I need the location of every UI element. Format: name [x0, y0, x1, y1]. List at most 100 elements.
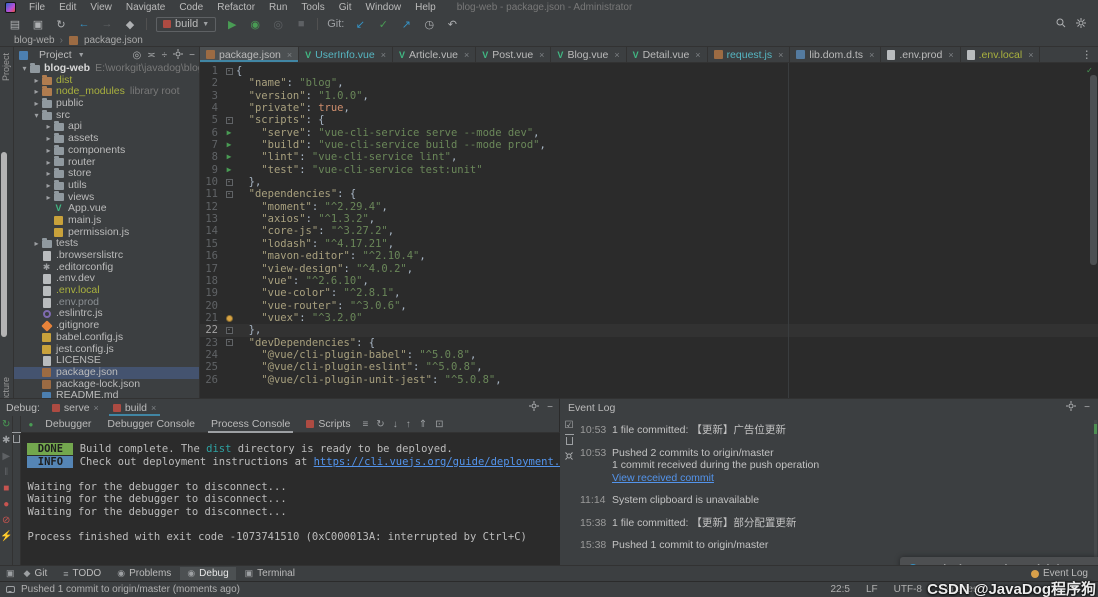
fold-gutter-icon[interactable]: -: [222, 337, 236, 349]
tool-window-button-problems[interactable]: ◉Problems: [110, 567, 178, 580]
debug-run-tab-build[interactable]: build×: [109, 399, 160, 416]
evaluate-icon[interactable]: ⚡: [0, 531, 12, 542]
expand-icon[interactable]: ≍: [147, 50, 155, 61]
code-line-7[interactable]: 7▶ "build": "vue-cli-service build --mod…: [200, 139, 1098, 151]
code-line-6[interactable]: 6▶ "serve": "vue-cli-service serve --mod…: [200, 127, 1098, 139]
sync-icon[interactable]: ↻: [54, 18, 68, 31]
code-line-1[interactable]: 1-{: [200, 65, 1098, 77]
console-action-icon[interactable]: ↓: [390, 419, 401, 430]
chevron-right-icon[interactable]: ▸: [32, 86, 41, 98]
forward-icon[interactable]: →: [100, 18, 114, 31]
tool-window-button-terminal[interactable]: ▣Terminal: [238, 567, 302, 580]
history-icon[interactable]: ◷: [422, 18, 436, 31]
menu-help[interactable]: Help: [408, 1, 443, 14]
event-link[interactable]: View received commit: [612, 472, 1098, 485]
tree-item-main.js[interactable]: main.js: [14, 215, 199, 227]
code-editor[interactable]: ✓ 1-{2 "name": "blog",3 "version": "1.0.…: [200, 63, 1098, 398]
run-gutter-icon[interactable]: ▶: [222, 127, 236, 139]
code-line-15[interactable]: 15 "lodash": "^4.17.21",: [200, 238, 1098, 250]
fold-gutter-icon[interactable]: -: [222, 188, 236, 200]
clear-console-icon[interactable]: [13, 435, 20, 443]
tree-item-package.json[interactable]: package.json: [14, 367, 199, 379]
close-tab-icon[interactable]: ×: [381, 50, 386, 60]
tree-item-store[interactable]: ▸store: [14, 168, 199, 180]
breadcrumb-file[interactable]: package.json: [84, 35, 143, 46]
collapse-all-icon[interactable]: ÷: [162, 50, 168, 61]
code-line-9[interactable]: 9▶ "test": "vue-cli-service test:unit": [200, 164, 1098, 176]
rerun-icon[interactable]: ↻: [2, 419, 10, 430]
chevron-right-icon[interactable]: ▸: [44, 133, 53, 145]
panel-settings-icon[interactable]: [173, 49, 183, 62]
close-tab-icon[interactable]: ×: [287, 50, 292, 60]
tree-item-jest.config.js[interactable]: jest.config.js: [14, 344, 199, 356]
fold-gutter-icon[interactable]: -: [222, 65, 236, 77]
tree-item-public[interactable]: ▸public: [14, 98, 199, 110]
tree-item-blog-web[interactable]: ▾blog-webE:\workgit\javadog\blog\blog-we…: [14, 63, 199, 75]
fold-icon[interactable]: -: [226, 339, 233, 346]
run-script-icon[interactable]: ▶: [227, 127, 232, 139]
menu-view[interactable]: View: [83, 1, 119, 14]
chevron-down-icon[interactable]: ▾: [32, 110, 41, 122]
code-line-3[interactable]: 3 "version": "1.0.0",: [200, 90, 1098, 102]
stripe-project-button[interactable]: Project: [1, 53, 11, 81]
run-script-icon[interactable]: ▶: [227, 164, 232, 176]
hide-panel-icon[interactable]: −: [189, 50, 195, 61]
git-push-icon[interactable]: ↗: [399, 18, 413, 31]
code-line-17[interactable]: 17 "view-design": "^4.0.2",: [200, 263, 1098, 275]
code-line-14[interactable]: 14 "core-js": "^3.27.2",: [200, 225, 1098, 237]
save-all-icon[interactable]: ▣: [31, 18, 45, 31]
editor-tab-userinfo.vue[interactable]: VUserInfo.vue×: [299, 47, 393, 62]
close-tab-icon[interactable]: ×: [948, 50, 953, 60]
code-line-4[interactable]: 4 "private": true,: [200, 102, 1098, 114]
chevron-right-icon[interactable]: ▸: [44, 157, 53, 169]
breadcrumb-project[interactable]: blog-web: [14, 35, 55, 46]
locate-file-icon[interactable]: ◎: [133, 50, 142, 61]
run-script-icon[interactable]: ▶: [227, 151, 232, 163]
console-action-icon[interactable]: ↻: [373, 419, 387, 430]
code-line-24[interactable]: 24 "@vue/cli-plugin-babel": "^5.0.8",: [200, 349, 1098, 361]
page-scrollbar[interactable]: [1, 152, 7, 337]
chevron-right-icon[interactable]: ▸: [32, 238, 41, 250]
fold-icon[interactable]: -: [226, 68, 233, 75]
run-config-selector[interactable]: build ▼: [156, 17, 216, 32]
close-tab-icon[interactable]: ×: [778, 50, 783, 60]
tool-window-button-todo[interactable]: ≡TODO: [56, 567, 108, 580]
code-line-12[interactable]: 12 "moment": "^2.29.4",: [200, 201, 1098, 213]
code-line-8[interactable]: 8▶ "lint": "vue-cli-service lint",: [200, 151, 1098, 163]
console-action-icon[interactable]: ⇑: [416, 419, 430, 430]
event-log-scrollbar[interactable]: [1094, 420, 1097, 562]
tool-window-button-git[interactable]: ◆Git: [17, 567, 55, 580]
tree-item-api[interactable]: ▸api: [14, 121, 199, 133]
clear-log-icon[interactable]: [566, 437, 573, 445]
status-message[interactable]: Pushed 1 commit to origin/master (moment…: [0, 584, 240, 595]
run-gutter-icon[interactable]: ▶: [222, 164, 236, 176]
stop-icon[interactable]: ■: [3, 483, 9, 494]
editor-tab-lib.dom.d.ts[interactable]: lib.dom.d.ts×: [790, 47, 881, 62]
close-tab-icon[interactable]: ×: [539, 50, 544, 60]
mark-read-icon[interactable]: ☑: [565, 420, 574, 431]
project-view-selector[interactable]: Project: [39, 49, 72, 61]
code-line-26[interactable]: 26 "@vue/cli-plugin-unit-jest": "^5.0.8"…: [200, 374, 1098, 386]
back-icon[interactable]: ←: [77, 18, 91, 31]
git-update-icon[interactable]: ↙: [353, 18, 367, 31]
fold-gutter-icon[interactable]: -: [222, 176, 236, 188]
menu-edit[interactable]: Edit: [52, 1, 83, 14]
code-line-5[interactable]: 5- "scripts": {: [200, 114, 1098, 126]
search-everywhere-icon[interactable]: [1056, 18, 1066, 31]
code-line-16[interactable]: 16 "mavon-editor": "^2.10.4",: [200, 250, 1098, 262]
code-line-10[interactable]: 10- },: [200, 176, 1098, 188]
hide-panel-icon[interactable]: −: [547, 402, 553, 413]
tree-item-router[interactable]: ▸router: [14, 157, 199, 169]
menu-window[interactable]: Window: [359, 1, 409, 14]
menu-tools[interactable]: Tools: [294, 1, 331, 14]
tool-window-button-debug[interactable]: ◉Debug: [180, 567, 235, 580]
close-tab-icon[interactable]: ×: [151, 403, 156, 413]
fold-icon[interactable]: -: [226, 117, 233, 124]
chevron-right-icon[interactable]: ▸: [44, 168, 53, 180]
tool-window-switcher-icon[interactable]: ▣: [4, 568, 15, 579]
code-line-25[interactable]: 25 "@vue/cli-plugin-eslint": "^5.0.8",: [200, 361, 1098, 373]
close-tab-icon[interactable]: ×: [94, 403, 99, 413]
editor-scrollbar[interactable]: [1090, 75, 1097, 265]
tree-item-app.vue[interactable]: VApp.vue: [14, 203, 199, 215]
settings-wrench-icon[interactable]: ✱: [2, 435, 10, 446]
